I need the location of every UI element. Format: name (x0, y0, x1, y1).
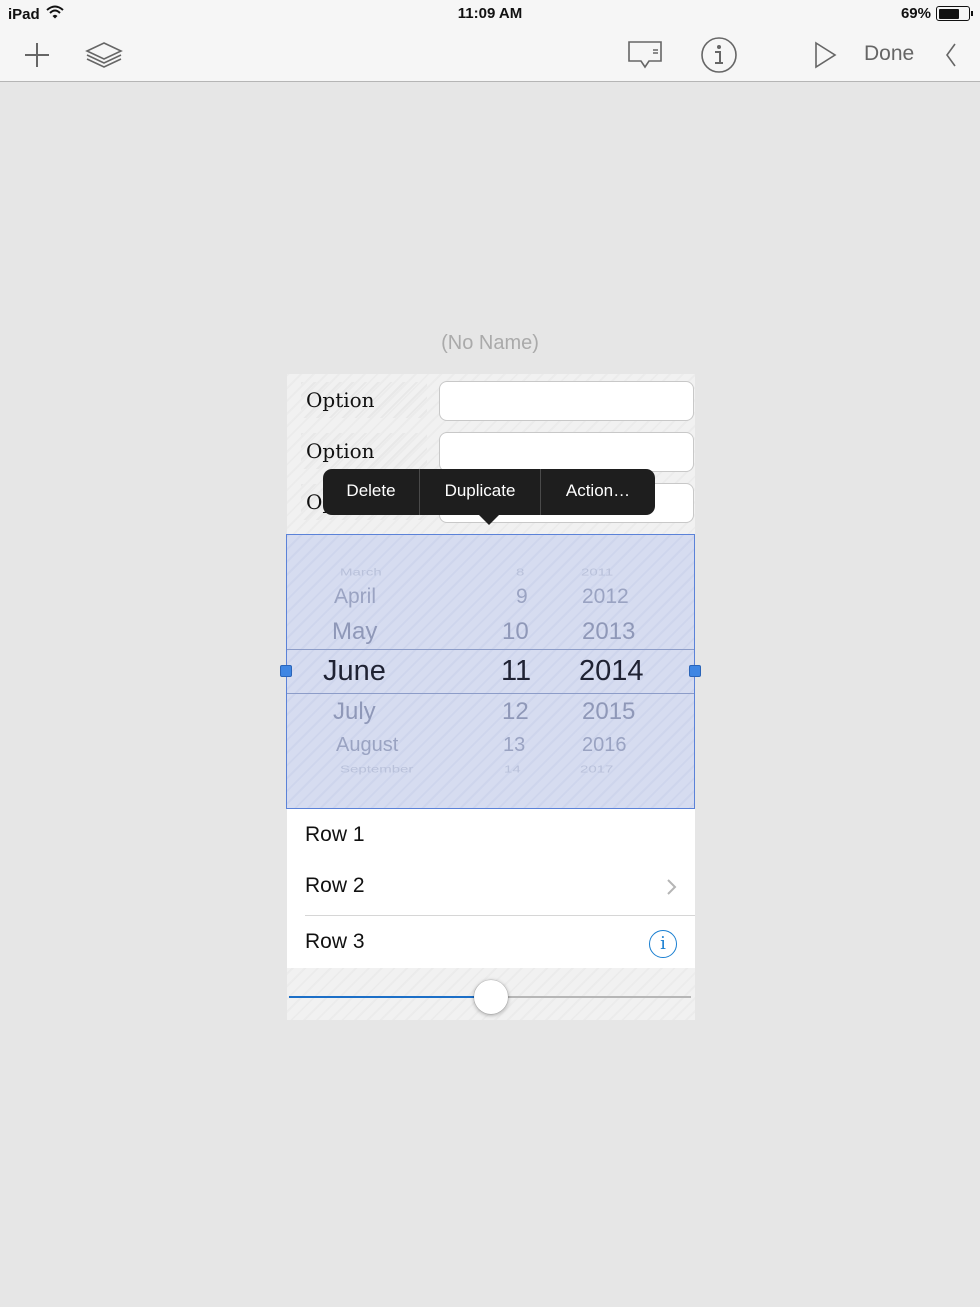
info-icon[interactable]: i (649, 930, 677, 958)
delete-menu-item[interactable]: Delete (323, 469, 420, 515)
resize-handle-left[interactable] (280, 665, 292, 677)
toolbar: Done (0, 28, 980, 82)
play-icon[interactable] (810, 38, 840, 72)
plus-icon[interactable] (20, 38, 54, 72)
picker-day[interactable]: 13 (503, 734, 525, 757)
table-row[interactable]: Row 3 i (287, 916, 695, 968)
picker-year[interactable]: 2011 (581, 567, 613, 579)
picker-year[interactable]: 2016 (582, 734, 627, 757)
action-menu-item[interactable]: Action… (541, 469, 655, 515)
row-label: Row 2 (305, 874, 365, 897)
chevron-right-icon (666, 878, 677, 901)
selection-line-top (287, 649, 694, 650)
picker-day[interactable]: 10 (502, 618, 529, 646)
option-label: Option (301, 382, 427, 418)
back-chevron-icon[interactable] (940, 40, 962, 70)
slider-track-filled (289, 996, 491, 998)
resize-handle-right[interactable] (689, 665, 701, 677)
picker-month[interactable]: May (332, 618, 377, 646)
layers-icon[interactable] (84, 38, 124, 72)
row-label: Row 1 (305, 823, 365, 846)
picker-day[interactable]: 12 (502, 698, 529, 726)
picker-year[interactable]: 2015 (582, 698, 635, 726)
picker-day[interactable]: 9 (516, 585, 528, 609)
picker-month[interactable]: July (333, 698, 376, 726)
status-time: 11:09 AM (457, 5, 523, 22)
picker-year[interactable]: 2017 (580, 764, 613, 776)
picker-month-selected[interactable]: June (323, 655, 386, 688)
picker-month[interactable]: September (340, 764, 413, 776)
status-bar: iPad 11:09 AM 69% (0, 0, 980, 28)
comment-icon[interactable] (626, 38, 664, 72)
picker-day[interactable]: 14 (504, 764, 521, 776)
picker-day-selected[interactable]: 11 (501, 655, 531, 688)
battery-icon (936, 6, 973, 21)
duplicate-menu-item[interactable]: Duplicate (420, 469, 541, 515)
picker-month[interactable]: April (334, 585, 376, 609)
option-label: Option (301, 433, 427, 469)
date-picker[interactable]: March April May June July August Septemb… (286, 534, 695, 809)
option-row: Option (287, 425, 695, 472)
document-title: (No Name) (441, 332, 539, 354)
option-row: Option (287, 374, 695, 421)
slider[interactable] (287, 970, 695, 1020)
picker-month[interactable]: August (336, 734, 398, 757)
option-text-field[interactable] (439, 432, 694, 472)
slider-thumb[interactable] (474, 980, 508, 1014)
picker-year[interactable]: 2013 (582, 618, 635, 646)
table-row[interactable]: Row 2 (287, 860, 695, 916)
picker-year-selected[interactable]: 2014 (579, 655, 644, 688)
row-label: Row 3 (305, 930, 365, 953)
selection-line-bottom (287, 693, 694, 694)
picker-year[interactable]: 2012 (582, 585, 629, 609)
battery-percent: 69% (900, 5, 931, 22)
picker-month[interactable]: March (340, 567, 382, 579)
status-right: 69% (900, 5, 973, 22)
context-menu: Delete Duplicate Action… (323, 469, 655, 515)
picker-day[interactable]: 8 (516, 567, 524, 579)
info-icon[interactable] (700, 36, 738, 74)
option-text-field[interactable] (439, 381, 694, 421)
table-row[interactable]: Row 1 (287, 809, 695, 865)
context-menu-arrow (478, 514, 500, 525)
slider-track-empty (491, 996, 691, 998)
done-button[interactable]: Done (864, 42, 914, 66)
